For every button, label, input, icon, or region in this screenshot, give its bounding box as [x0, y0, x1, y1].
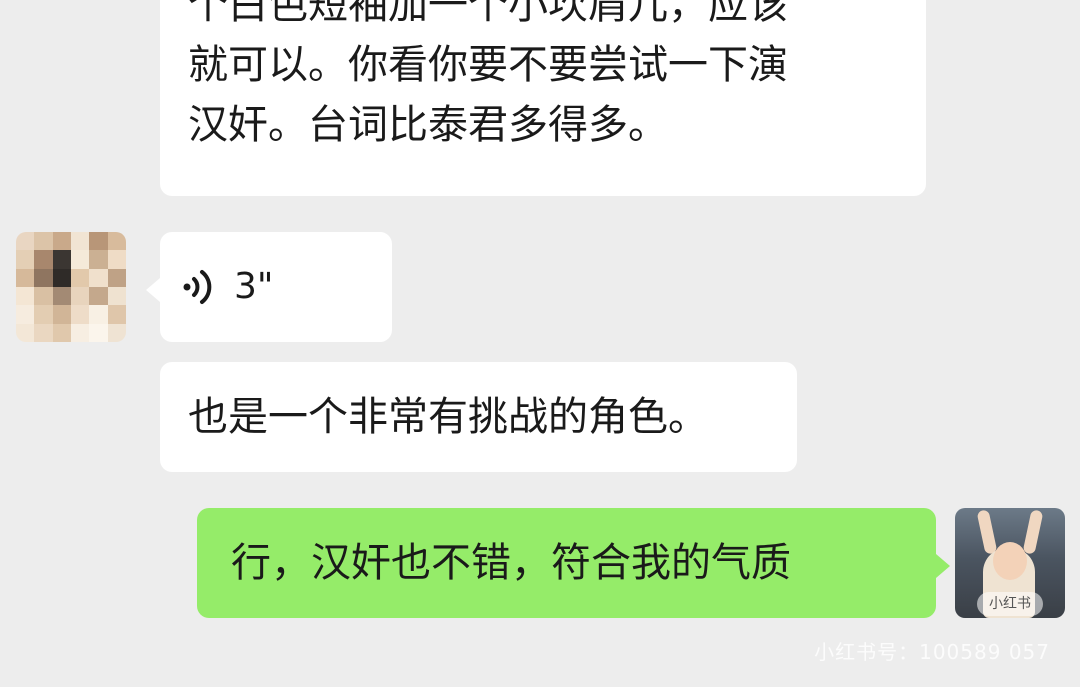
watermark-text: 小红书号：100589 057	[814, 640, 1050, 664]
avatar-mosaic-tile	[52, 305, 71, 324]
avatar-mosaic-tile	[52, 250, 71, 269]
avatar-mosaic-tile	[52, 287, 71, 306]
voice-duration: 3"	[234, 266, 274, 307]
avatar-mosaic-tile	[71, 305, 90, 324]
avatar-mosaic-tile	[71, 232, 90, 251]
avatar-mosaic-tile	[16, 268, 35, 287]
avatar-photo-part	[1022, 509, 1044, 555]
avatar-mosaic-tile	[71, 323, 90, 342]
avatar-mosaic-tile	[34, 323, 53, 342]
avatar-mosaic-tile	[107, 287, 126, 306]
avatar-mosaic-tile	[52, 232, 71, 251]
avatar-photo-part	[993, 542, 1027, 580]
voice-message-bubble[interactable]: 3"	[146, 232, 392, 342]
avatar-mosaic-tile	[16, 250, 35, 269]
avatar-mosaic-tile	[52, 268, 71, 287]
avatar-mosaic-tile	[107, 250, 126, 269]
message-bubble-outgoing[interactable]: 行，汉奸也不错，符合我的气质	[197, 508, 950, 618]
message-bubble-incoming[interactable]: 也是一个非常有挑战的角色。	[160, 362, 797, 472]
message-text: 行，汉奸也不错，符合我的气质	[231, 540, 791, 586]
message-text: 也是一个非常有挑战的角色。	[188, 394, 708, 440]
avatar-mosaic-tile	[52, 323, 71, 342]
avatar-mosaic-tile	[16, 305, 35, 324]
avatar-mosaic-tile	[16, 323, 35, 342]
avatar-mosaic-tile	[34, 250, 53, 269]
avatar-mosaic-tile	[107, 305, 126, 324]
message-text-line: 就可以。你看你要不要尝试一下演	[188, 42, 788, 88]
contact-avatar[interactable]	[16, 232, 126, 342]
avatar-mosaic-tile	[89, 232, 108, 251]
avatar-mosaic-tile	[71, 250, 90, 269]
avatar-mosaic-tile	[34, 268, 53, 287]
avatar-mosaic-tile	[34, 287, 53, 306]
avatar-photo-part	[976, 509, 998, 555]
avatar-mosaic-tile	[89, 250, 108, 269]
avatar-mosaic-tile	[107, 268, 126, 287]
avatar-mosaic-tile	[16, 287, 35, 306]
avatar-mosaic-tile	[107, 232, 126, 251]
avatar-mosaic-tile	[89, 287, 108, 306]
avatar-mosaic-tile	[89, 305, 108, 324]
avatar-mosaic-tile	[16, 232, 35, 251]
avatar-mosaic-tile	[71, 268, 90, 287]
message-text-line: 汉奸。台词比泰君多得多。	[188, 102, 668, 148]
message-bubble-incoming[interactable]: 个白色短袖加一个小坎肩儿，应该 就可以。你看你要不要尝试一下演 汉奸。台词比泰君…	[160, 0, 926, 196]
avatar-mosaic-tile	[34, 232, 53, 251]
avatar-mosaic-tile	[89, 323, 108, 342]
avatar-mosaic-tile	[107, 323, 126, 342]
avatar-mosaic-tile	[89, 268, 108, 287]
message-text-line: 个白色短袖加一个小坎肩儿，应该	[188, 0, 788, 28]
self-avatar[interactable]: 小红书	[955, 508, 1065, 618]
voice-wave-icon	[183, 270, 212, 304]
avatar-watermark-badge: 小红书	[977, 592, 1043, 616]
avatar-mosaic-tile	[71, 287, 90, 306]
avatar-mosaic-tile	[34, 305, 53, 324]
